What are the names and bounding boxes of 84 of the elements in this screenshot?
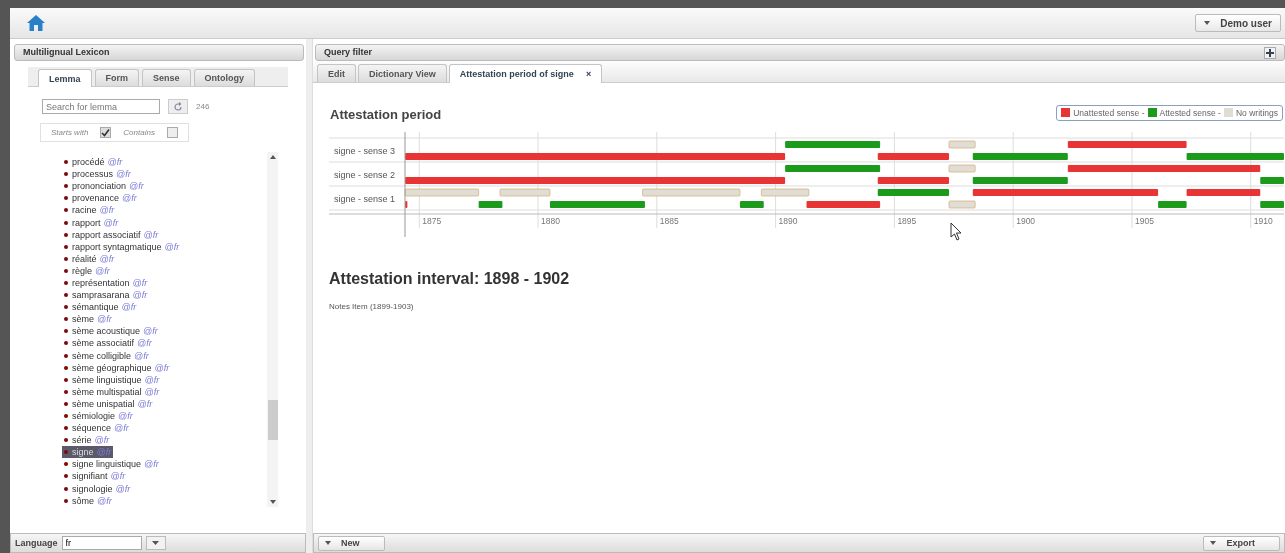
tab[interactable]: Ontology [193,69,256,86]
lemma-item[interactable]: signifiant @fr [62,470,128,483]
row-label: signe - sense 1 [334,194,396,204]
filter-label: Contains [123,128,155,137]
lemma-item[interactable]: sème multispatial @fr [62,385,162,398]
axis-tick-label: 1875 [422,216,442,226]
lemma-item[interactable]: sème associatif @fr [62,337,154,350]
language-label: Language [15,538,58,548]
cursor-icon [950,222,962,241]
menu-button[interactable]: New [318,535,385,551]
legend-label: Attested sense - [1159,107,1221,118]
panel-header: Multilignual Lexicon [14,44,304,61]
caret-icon [325,541,331,545]
lemma-item[interactable]: représentation @fr [62,276,150,290]
tab[interactable]: Lemma [38,69,92,87]
axis-tick-label: 1880 [541,216,560,226]
lemma-item[interactable]: signologie @fr [62,482,133,495]
search-field[interactable]: Search for lemma [42,99,160,114]
lemma-item[interactable]: sôme @fr [62,494,114,507]
caret-icon [1204,21,1211,25]
tab[interactable]: Dictionary View [358,64,447,82]
caret-icon [152,541,159,545]
row-label: signe - sense 2 [334,170,396,180]
tab[interactable]: Form [94,69,139,86]
lemma-item[interactable]: sémiologie @fr [62,409,135,423]
lemma-item[interactable]: série @fr [62,434,112,447]
row-label: signe - sense 3 [334,146,396,156]
scroll-down-icon[interactable] [269,500,276,504]
checkbox[interactable] [100,127,112,138]
lemma-item[interactable]: racine @fr [62,204,117,217]
caret-icon [1210,541,1217,545]
lemma-item[interactable]: processus @fr [62,168,133,181]
lemma-item[interactable]: prononciation @fr [62,180,146,193]
lemma-item[interactable]: réalité @fr [62,252,117,265]
lemma-item[interactable]: sème colligible @fr [62,349,151,362]
axis-tick-label: 1900 [1016,216,1036,226]
dropdown-button[interactable] [145,536,166,550]
tab[interactable]: Edit [317,64,356,82]
notes-text: Notes Item (1899-1903) [329,302,415,311]
lemma-item[interactable]: rapport @fr [62,216,121,229]
axis-tick-label: 1910 [1253,216,1273,226]
lemma-item[interactable]: provenance @fr [62,192,139,205]
axis-tick-label: 1905 [1134,216,1154,226]
lemma-item[interactable]: sème unispatial @fr [62,397,155,410]
user-menu-button[interactable]: Demo user [1195,14,1281,32]
lemma-item[interactable]: procédé @fr [62,156,125,169]
axis-tick-label: 1895 [897,216,917,226]
lemma-item[interactable]: sémantique @fr [62,301,139,314]
lemma-item[interactable]: sème acoustique @fr [62,325,160,338]
tab[interactable]: Attestation period of signe × [448,64,603,83]
scrollbar[interactable] [267,152,278,507]
legend-label: Unattested sense - [1073,107,1145,118]
lemma-item[interactable]: rapport syntagmatique @fr [62,240,182,253]
refresh-icon [173,101,183,112]
home-icon[interactable] [26,14,46,32]
tab[interactable]: Sense [142,69,191,86]
close-button[interactable]: × [585,69,592,79]
lemma-item[interactable]: sème géographique @fr [62,361,172,374]
checkbox[interactable] [166,127,178,138]
panel-title: Query filter [324,46,372,59]
menu-button[interactable]: Export [1203,535,1280,551]
legend-label: No writings [1235,107,1278,118]
tab-label: Attestation period of signe [459,69,574,79]
axis-tick-label: 1890 [778,216,798,226]
lemma-item[interactable]: séquence @fr [62,422,131,435]
lemma-item[interactable]: signe linguistique @fr [62,458,161,471]
axis-tick-label: 1885 [659,216,679,226]
tab-label: Dictionary View [369,68,436,79]
interval-heading: Attestation interval: 1898 - 1902 [329,270,571,288]
lemma-item[interactable]: samprasarana @fr [62,289,150,302]
scroll-thumb[interactable] [267,400,278,440]
add-button[interactable] [1264,46,1276,59]
scroll-up-icon[interactable] [269,155,276,159]
lemma-item[interactable]: signe @fr [62,446,114,459]
tab-label: Edit [328,68,345,79]
language-field[interactable]: fr [61,536,142,550]
filter-label: Starts with [51,128,89,137]
lemma-item[interactable]: rapport associatif @fr [62,228,161,241]
lemma-item[interactable]: sème linguistique @fr [62,373,162,386]
section-heading: Attestation period [330,107,442,122]
lemma-item[interactable]: sème @fr [62,313,114,326]
refresh-button[interactable] [168,99,188,114]
result-count: 246 [196,102,210,111]
lemma-item[interactable]: règle @fr [62,264,112,277]
